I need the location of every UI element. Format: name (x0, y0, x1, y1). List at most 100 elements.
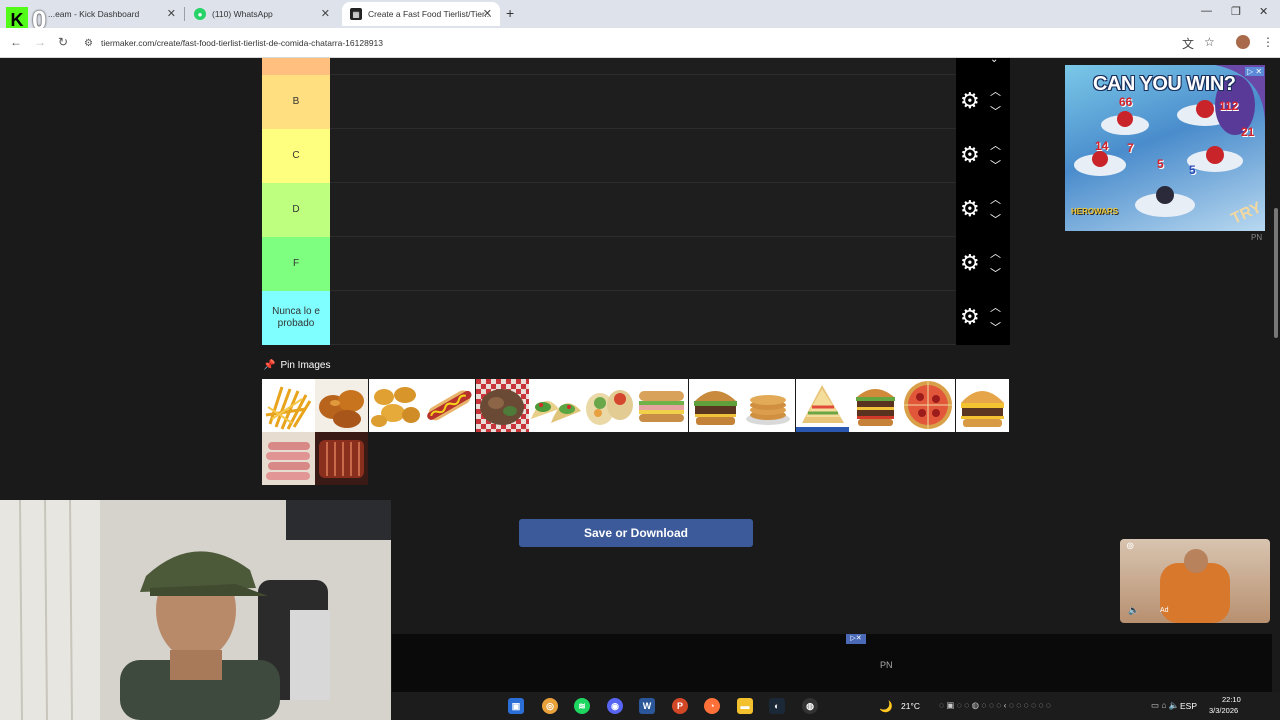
pancakes-icon[interactable] (742, 379, 795, 432)
powerpoint-icon[interactable]: P (672, 698, 688, 714)
new-tab-button[interactable]: + (506, 5, 514, 21)
network-icon[interactable]: ▭ ⌂ 🔈 (1151, 700, 1179, 711)
tier-label[interactable]: D (262, 183, 330, 237)
ad-choices-icon[interactable]: ▷✕ (846, 634, 866, 644)
weather-moon-icon: 🌙 (879, 701, 893, 713)
save-or-download-button[interactable]: Save or Download (519, 519, 753, 547)
wraps-icon[interactable] (582, 379, 635, 432)
burger-icon[interactable] (689, 379, 742, 432)
tier-controls: ⚙ ︿ ﹀ (956, 75, 1010, 129)
tacos-icon[interactable] (529, 379, 582, 432)
spotify-icon[interactable]: ≋ (574, 698, 590, 714)
reload-icon[interactable]: ↻ (58, 35, 68, 49)
tray-icons[interactable]: ◌ ▣ ◌ ◌ ◍ ◌ ◌ ◌ ‹ ◌ ◌ ◌ ◌ ◌ ◌ (939, 700, 1051, 711)
page-scrollbar[interactable] (1272, 58, 1280, 692)
word-icon[interactable]: W (639, 698, 655, 714)
tier-a-row-partial[interactable] (330, 58, 956, 75)
url-field[interactable]: ⚙ tiermaker.com/create/fast-food-tierlis… (84, 34, 1184, 52)
forward-icon[interactable]: → (34, 35, 46, 49)
sausages-icon[interactable] (262, 432, 315, 485)
ribs-icon[interactable] (315, 432, 368, 485)
club-sandwich-icon[interactable] (796, 379, 849, 432)
chevron-up-icon[interactable]: ︿ (990, 191, 1001, 207)
chevron-down-icon[interactable]: ﹀ (990, 103, 1001, 119)
gear-icon[interactable]: ⚙ (960, 144, 980, 166)
clock-time[interactable]: 22:10 (1222, 695, 1241, 704)
scrollbar-thumb[interactable] (1274, 208, 1278, 338)
ad-brand: HEROWARS (1071, 207, 1119, 216)
video-ad-label: Ad (1160, 607, 1169, 614)
close-icon[interactable]: ✕ (483, 7, 492, 20)
nuggets-icon[interactable] (369, 379, 422, 432)
tier-drop-zone[interactable] (330, 291, 956, 345)
tier-drop-zone[interactable] (330, 183, 956, 237)
pause-icon[interactable]: ⊚ (1126, 541, 1134, 552)
discord-icon[interactable]: ◉ (607, 698, 623, 714)
tier-label[interactable]: B (262, 75, 330, 129)
volume-icon[interactable]: 🔈 (1128, 605, 1139, 616)
steam-icon[interactable]: ◐ (769, 698, 785, 714)
language-indicator[interactable]: ESP (1180, 701, 1197, 711)
kebab-icon[interactable] (476, 379, 529, 432)
webcam-overlay (0, 500, 391, 720)
tier-label[interactable]: F (262, 237, 330, 291)
maximize-button[interactable]: ❐ (1231, 5, 1241, 18)
tier-drop-zone[interactable] (330, 129, 956, 183)
chevron-up-icon[interactable]: ︿ (990, 137, 1001, 153)
ad-choices-icon[interactable]: ▷ ✕ (1245, 67, 1265, 76)
chevron-down-icon[interactable]: ﹀ (990, 265, 1001, 281)
advertisement-banner[interactable]: CAN YOU WIN? 66 112 21 14 7 5 5 HEROWARS… (1065, 65, 1265, 231)
gear-icon[interactable]: ⚙ (960, 306, 980, 328)
chevron-up-icon[interactable]: ︿ (990, 83, 1001, 99)
gear-icon[interactable]: ⚙ (960, 198, 980, 220)
chevron-down-icon[interactable]: ﹀ (990, 211, 1001, 227)
url-text: tiermaker.com/create/fast-food-tierlist-… (100, 38, 383, 48)
gear-icon[interactable]: ⚙ (960, 90, 980, 112)
close-window-button[interactable]: ✕ (1259, 5, 1268, 18)
chevron-up-icon[interactable]: ︿ (990, 299, 1001, 315)
file-explorer-icon[interactable]: ▬ (737, 698, 753, 714)
weather-temp[interactable]: 21°C (901, 701, 920, 711)
minimize-button[interactable]: — (1201, 5, 1212, 17)
ad-number: 7 (1127, 141, 1134, 155)
bookmark-star-icon[interactable]: ☆ (1204, 35, 1215, 49)
tab-whatsapp[interactable]: ● (110) WhatsApp ✕ (186, 2, 338, 26)
tier-label[interactable]: C (262, 129, 330, 183)
fries-icon[interactable] (262, 379, 315, 432)
fried-chicken-icon[interactable] (315, 379, 368, 432)
back-icon[interactable]: ← (10, 35, 22, 49)
whatsapp-icon: ● (194, 8, 206, 20)
store-icon[interactable]: ▣ (508, 698, 524, 714)
video-ad[interactable]: ⊚ Ad 🔈 (1120, 539, 1270, 623)
tier-drop-zone[interactable] (330, 75, 956, 129)
profile-avatar[interactable] (1236, 35, 1250, 49)
pizza-icon[interactable] (902, 379, 955, 432)
hotdog-icon[interactable] (422, 379, 475, 432)
tab-tiermaker[interactable]: ▦ Create a Fast Food Tierlist/Tier... ✕ (342, 2, 500, 26)
firefox-icon[interactable]: ◔ (704, 698, 720, 714)
gear-icon[interactable]: ⚙ (960, 252, 980, 274)
pin-images-toggle[interactable]: 📌 Pin Images (263, 360, 330, 371)
chevron-down-icon[interactable]: ﹀ (990, 319, 1001, 335)
obs-icon[interactable]: ◍ (802, 698, 818, 714)
double-burger-icon[interactable] (849, 379, 902, 432)
video-ad-thumbnail (1160, 549, 1230, 623)
chrome-icon[interactable]: ◎ (542, 698, 558, 714)
menu-icon[interactable]: ⋮ (1262, 35, 1274, 49)
chevron-down-icon[interactable]: ⌄ (990, 54, 998, 65)
tier-drop-zone[interactable] (330, 237, 956, 291)
cheeseburger-icon[interactable] (956, 379, 1009, 432)
clock-date[interactable]: 3/3/2026 (1209, 706, 1238, 715)
site-info-icon[interactable]: ⚙ (84, 38, 93, 49)
translate-icon[interactable]: 文 (1182, 35, 1194, 52)
ad-number: 5 (1157, 157, 1164, 171)
chevron-up-icon[interactable]: ︿ (990, 245, 1001, 261)
sub-sandwich-icon[interactable] (635, 379, 688, 432)
tier-controls: ⚙ ︿ ﹀ (956, 291, 1010, 345)
tiermaker-icon: ▦ (350, 8, 362, 20)
close-icon[interactable]: ✕ (167, 7, 176, 20)
close-icon[interactable]: ✕ (321, 7, 330, 20)
ad-number: 112 (1219, 99, 1239, 113)
chevron-down-icon[interactable]: ﹀ (990, 157, 1001, 173)
tier-label[interactable]: Nunca lo e probado (262, 291, 330, 345)
